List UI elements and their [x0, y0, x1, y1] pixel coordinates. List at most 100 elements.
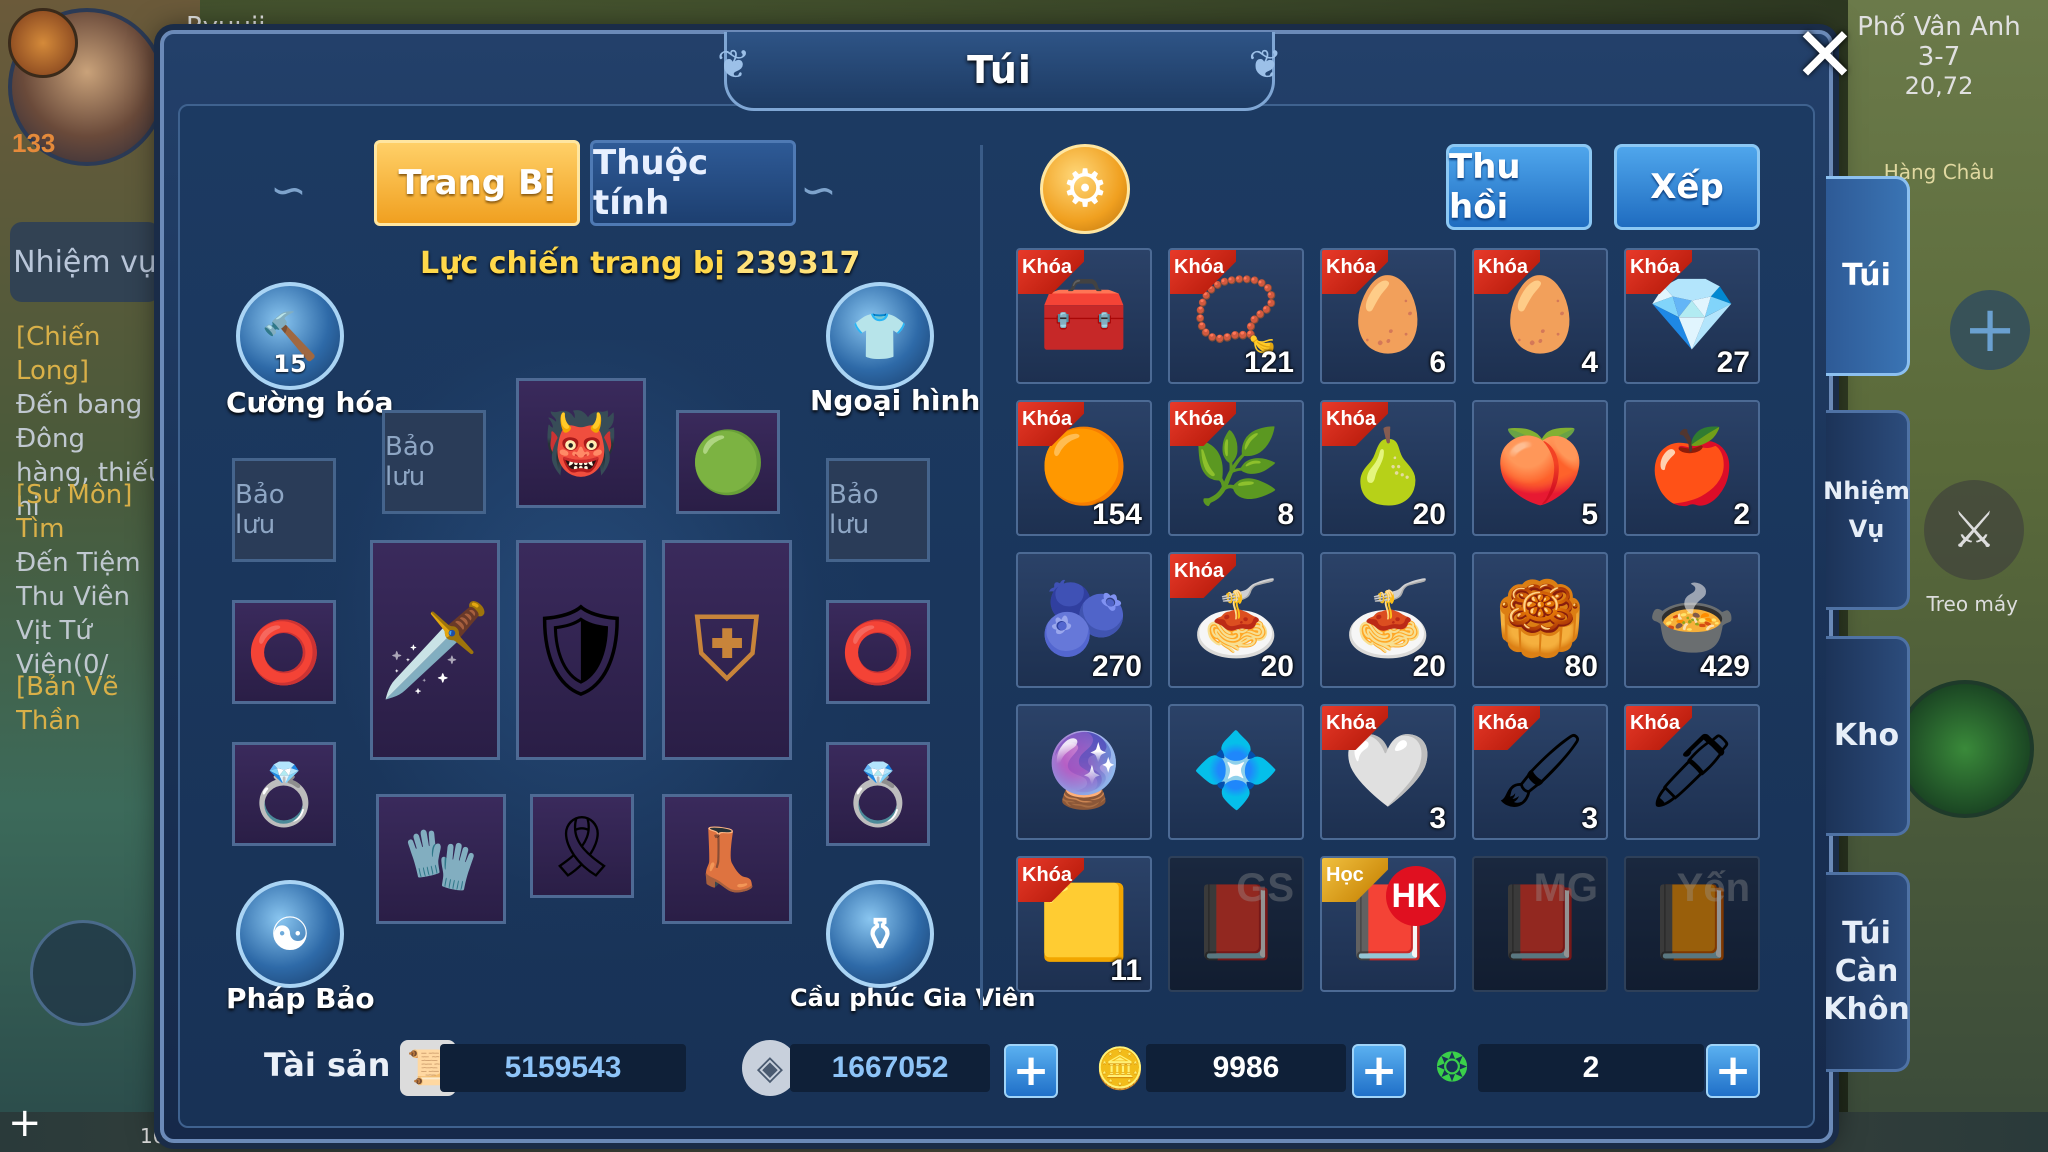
- equip-slot-boots[interactable]: 👢: [662, 794, 792, 924]
- blessing-button[interactable]: ⚱: [826, 880, 934, 988]
- equip-slot-weapon[interactable]: 🗡️: [370, 540, 500, 760]
- panel-title: Túi: [967, 48, 1032, 92]
- inventory-slot[interactable]: 📙 Yến: [1624, 856, 1760, 992]
- equip-slot-armor[interactable]: 🛡: [516, 540, 646, 760]
- quest-text: Đến Tiệm Thu Viên Vịt Tứ Viên(0/: [16, 548, 141, 680]
- locked-badge: Khóa: [1474, 706, 1540, 750]
- yin-yang-icon: ☯: [269, 907, 311, 961]
- inventory-slot[interactable]: 🤍 Khóa 3: [1320, 704, 1456, 840]
- combat-power-value: 239317: [735, 246, 861, 281]
- expand-plus-icon[interactable]: +: [8, 1100, 42, 1146]
- inventory-slot[interactable]: 💎 Khóa 27: [1624, 248, 1760, 384]
- inventory-slot[interactable]: 🔮: [1016, 704, 1152, 840]
- pet-avatar[interactable]: [8, 8, 78, 78]
- sort-button[interactable]: Xếp: [1614, 144, 1760, 230]
- enhance-label: Cường hóa: [226, 386, 394, 419]
- save-slot[interactable]: Bảo lưu: [382, 410, 486, 514]
- add-silver-button[interactable]: +: [1004, 1044, 1058, 1098]
- locked-badge: Khóa: [1018, 402, 1084, 446]
- item-quantity: 20: [1412, 650, 1446, 683]
- save-slot-label: Bảo lưu: [235, 480, 285, 540]
- inventory-slot[interactable]: 🥚 Khóa 6: [1320, 248, 1456, 384]
- add-gold-button[interactable]: +: [1352, 1044, 1406, 1098]
- settings-button[interactable]: ⚙: [1040, 144, 1130, 234]
- locked-badge: Khóa: [1322, 706, 1388, 750]
- belt-icon: 🎗: [543, 811, 621, 882]
- add-jade-button[interactable]: +: [1706, 1044, 1760, 1098]
- inventory-slot[interactable]: 🖊 Khóa: [1624, 704, 1760, 840]
- inventory-slot[interactable]: 🍲 429: [1624, 552, 1760, 688]
- equip-slot-gloves[interactable]: 🧤: [376, 794, 506, 924]
- equip-slot-mask[interactable]: 👹: [516, 378, 646, 508]
- bracelet-icon: ⭕: [840, 617, 916, 688]
- inventory-slot[interactable]: 💠: [1168, 704, 1304, 840]
- equip-slot-bracelet-left[interactable]: ⭕: [232, 600, 336, 704]
- equip-slot-ring-right[interactable]: 💍: [826, 742, 930, 846]
- inventory-slot[interactable]: 📕 GS: [1168, 856, 1304, 992]
- side-tab-storage[interactable]: Kho: [1826, 636, 1910, 836]
- tab-equipment[interactable]: Trang Bị: [374, 140, 580, 226]
- inventory-slot[interactable]: 🍝 20: [1320, 552, 1456, 688]
- save-slot[interactable]: Bảo lưu: [232, 458, 336, 562]
- item-quantity: 80: [1564, 650, 1598, 683]
- combat-power: Lực chiến trang bị 239317: [420, 246, 860, 281]
- recall-button[interactable]: Thu hồi: [1446, 144, 1592, 230]
- side-tab-mission[interactable]: Nhiệm Vụ: [1823, 410, 1910, 610]
- inventory-grid: 🧰 Khóa 📿 Khóa 121 🥚 Khóa 6 🥚 Khóa 4 💎 Khóa 27 🟠 Khóa 154…: [1016, 248, 1786, 1008]
- hud-plus-icon[interactable]: +: [1950, 290, 2030, 370]
- skill-button[interactable]: [1896, 680, 2034, 818]
- item-icon: 💠: [1191, 728, 1281, 812]
- side-tab-cosmos-bag[interactable]: Túi Càn Khôn: [1823, 872, 1910, 1072]
- locked-badge: Khóa: [1018, 858, 1084, 902]
- inventory-slot[interactable]: 🖌 Khóa 3: [1472, 704, 1608, 840]
- inventory-slot[interactable]: 📕 MG: [1472, 856, 1608, 992]
- equip-slot-pendant[interactable]: 🟢: [676, 410, 780, 514]
- auto-fight-icon[interactable]: ⚔: [1924, 480, 2024, 580]
- side-tab-bag[interactable]: Túi: [1826, 176, 1910, 376]
- bracelet-icon: ⭕: [246, 617, 322, 688]
- equip-slot-shield[interactable]: ⛨: [662, 540, 792, 760]
- inventory-slot[interactable]: 🍎 2: [1624, 400, 1760, 536]
- mount-button[interactable]: [30, 920, 136, 1026]
- item-quantity: 27: [1716, 346, 1750, 379]
- quest-item[interactable]: [Sư Môn] Tìm Đến Tiệm Thu Viên Vịt Tứ Vi…: [16, 478, 166, 682]
- inventory-slot[interactable]: 🟨 Khóa 11: [1016, 856, 1152, 992]
- sword-icon: 🗡️: [378, 597, 492, 703]
- inventory-slot[interactable]: 🍑 5: [1472, 400, 1608, 536]
- inventory-slot[interactable]: 🫐 270: [1016, 552, 1152, 688]
- mission-button[interactable]: Nhiệm vụ: [10, 222, 160, 302]
- gear-icon: ⚙: [1061, 159, 1109, 219]
- locked-badge: Khóa: [1322, 402, 1388, 446]
- book-tag: MG: [1533, 866, 1598, 910]
- inventory-slot[interactable]: 🍐 Khóa 20: [1320, 400, 1456, 536]
- gold-ingot-icon: 🪙: [1095, 1045, 1145, 1092]
- inventory-slot[interactable]: 🥮 80: [1472, 552, 1608, 688]
- inventory-slot[interactable]: 🧰 Khóa: [1016, 248, 1152, 384]
- equip-slot-bracelet-right[interactable]: ⭕: [826, 600, 930, 704]
- quest-title: [Sư Môn] Tìm: [16, 480, 133, 544]
- tab-attributes[interactable]: Thuộc tính: [590, 140, 796, 226]
- treasure-button[interactable]: ☯: [236, 880, 344, 988]
- inventory-slot[interactable]: 🥚 Khóa 4: [1472, 248, 1608, 384]
- item-quantity: 270: [1091, 650, 1142, 683]
- location-display: Phố Vân Anh 3-7 20,72 Hàng Châu: [1844, 12, 2034, 184]
- save-slot[interactable]: Bảo lưu: [826, 458, 930, 562]
- appearance-button[interactable]: 👕: [826, 282, 934, 390]
- quest-item[interactable]: [Bản Vẽ Thần: [16, 670, 166, 738]
- inventory-slot[interactable]: 🟠 Khóa 154: [1016, 400, 1152, 536]
- equip-slot-ring-left[interactable]: 💍: [232, 742, 336, 846]
- gold-value: 9986: [1146, 1044, 1346, 1092]
- inventory-slot[interactable]: 📿 Khóa 121: [1168, 248, 1304, 384]
- locked-badge: Khóa: [1322, 250, 1388, 294]
- treasure-label: Pháp Bảo: [226, 982, 375, 1015]
- inventory-slot[interactable]: 🍝 Khóa 20: [1168, 552, 1304, 688]
- inventory-slot[interactable]: 📕 HK Học: [1320, 856, 1456, 992]
- inventory-slot[interactable]: 🌿 Khóa 8: [1168, 400, 1304, 536]
- silver-value: 1667052: [790, 1044, 990, 1092]
- locked-badge: Khóa: [1170, 402, 1236, 446]
- blessing-label: Cầu phúc Gia Viên: [790, 984, 1036, 1012]
- close-button[interactable]: ✕: [1790, 17, 1860, 93]
- item-quantity: 5: [1581, 498, 1598, 531]
- enhance-button[interactable]: 🔨 15: [236, 282, 344, 390]
- equip-slot-belt[interactable]: 🎗: [530, 794, 634, 898]
